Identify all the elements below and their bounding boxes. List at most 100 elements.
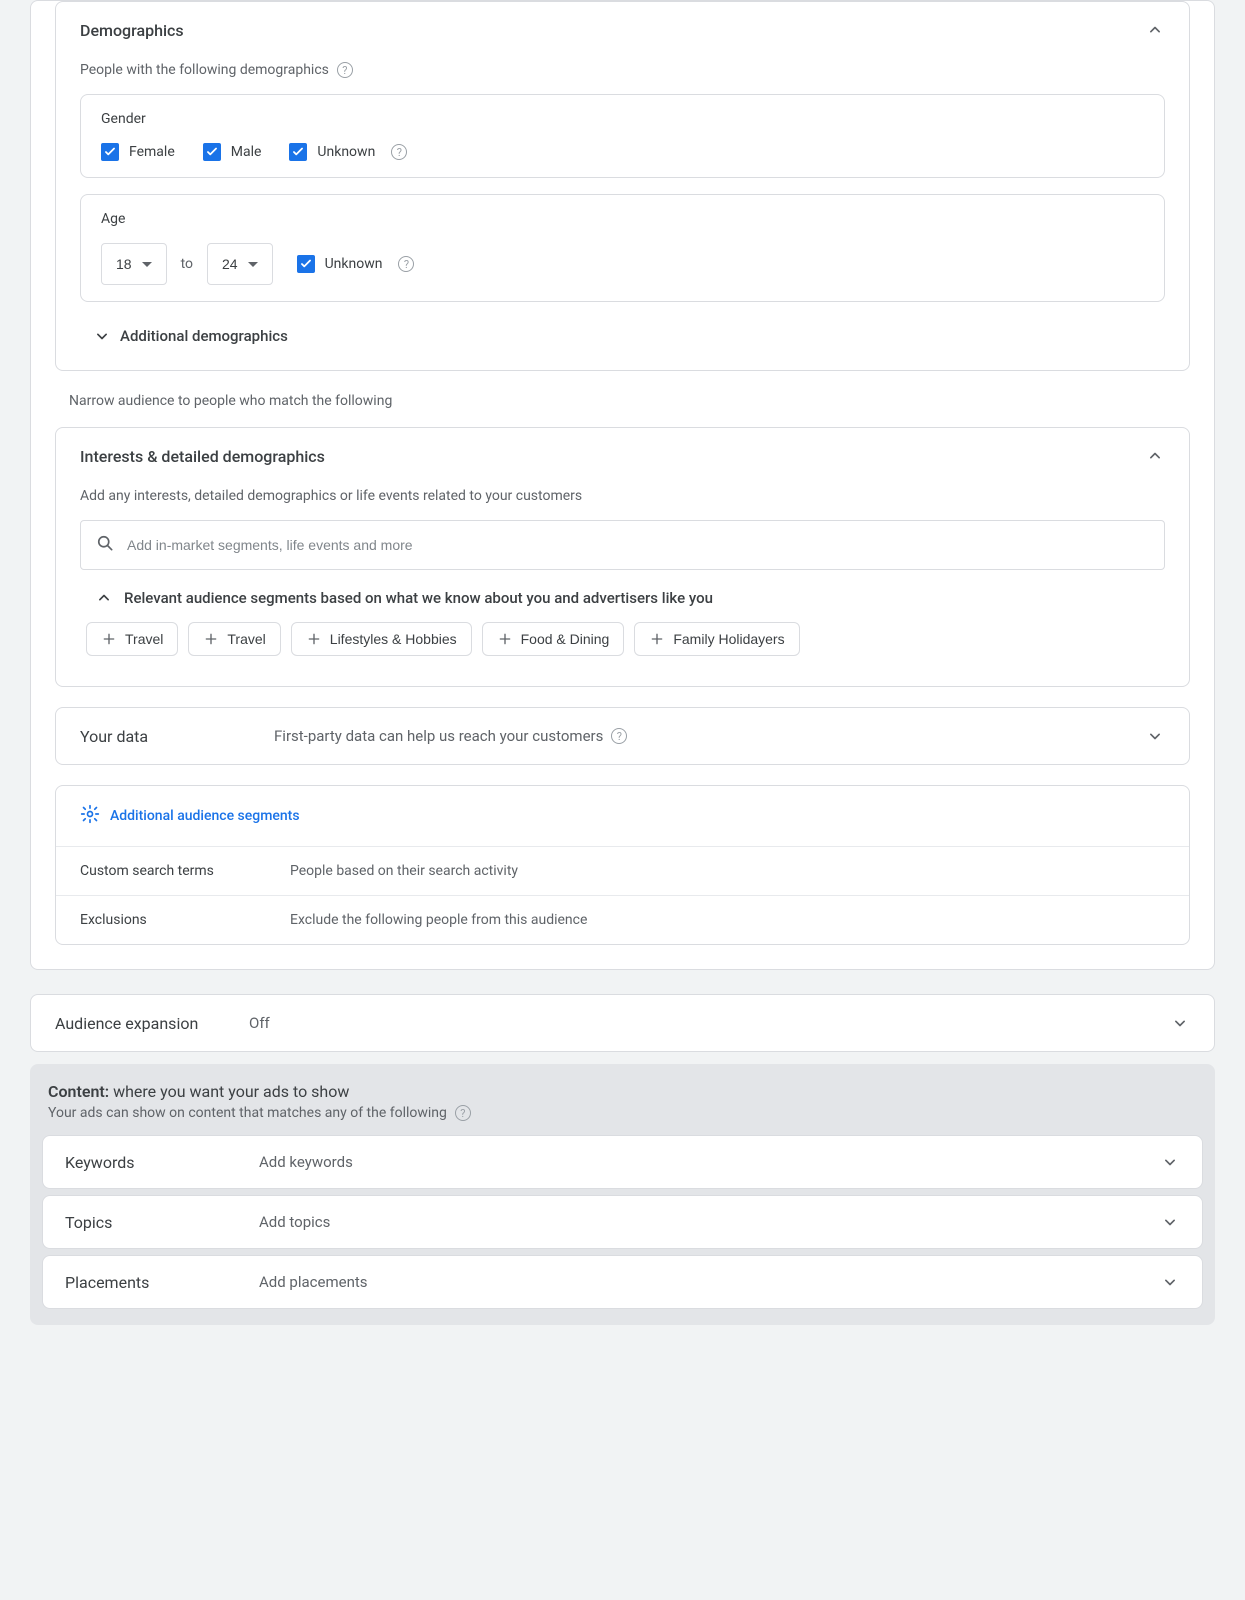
chip-label: Food & Dining xyxy=(521,631,610,647)
chip-label: Lifestyles & Hobbies xyxy=(330,631,457,647)
topics-card: Topics Add topics xyxy=(42,1195,1203,1249)
segments-header-row[interactable]: Relevant audience segments based on what… xyxy=(80,588,1165,608)
audience-expansion-row[interactable]: Audience expansion Off xyxy=(31,995,1214,1051)
exclusions-row[interactable]: Exclusions Exclude the following people … xyxy=(56,895,1189,944)
age-title: Age xyxy=(101,211,1144,227)
interests-subtitle: Add any interests, detailed demographics… xyxy=(80,488,582,504)
chevron-down-icon xyxy=(1145,726,1165,746)
checkbox-checked-icon xyxy=(203,143,221,161)
placements-card: Placements Add placements xyxy=(42,1255,1203,1309)
content-title-bold: Content: xyxy=(48,1082,109,1101)
chevron-up-icon xyxy=(1145,446,1165,466)
interests-search[interactable] xyxy=(80,520,1165,570)
chevron-down-icon xyxy=(1160,1272,1180,1292)
age-unknown-checkbox[interactable]: Unknown ? xyxy=(297,255,415,273)
placements-row[interactable]: Placements Add placements xyxy=(43,1256,1202,1308)
age-from-value: 18 xyxy=(116,256,132,272)
interests-body: Add any interests, detailed demographics… xyxy=(56,484,1189,686)
demographics-subtitle-row: People with the following demographics ? xyxy=(80,58,1165,94)
interests-subtitle-row: Add any interests, detailed demographics… xyxy=(80,484,1165,520)
placements-value: Add placements xyxy=(259,1273,1136,1291)
chevron-down-icon xyxy=(1160,1212,1180,1232)
topics-row[interactable]: Topics Add topics xyxy=(43,1196,1202,1248)
content-subtitle: Your ads can show on content that matche… xyxy=(48,1105,447,1121)
gender-female-checkbox[interactable]: Female xyxy=(101,143,175,161)
segments-header-text: Relevant audience segments based on what… xyxy=(124,589,713,607)
additional-segments-link[interactable]: Additional audience segments xyxy=(56,786,1189,846)
chip-travel[interactable]: Travel xyxy=(86,622,178,656)
demographics-card: Demographics People with the following d… xyxy=(55,1,1190,371)
row-value: People based on their search activity xyxy=(290,863,518,879)
demographics-body: People with the following demographics ?… xyxy=(56,58,1189,370)
gender-unknown-checkbox[interactable]: Unknown ? xyxy=(289,143,407,161)
your-data-value: First-party data can help us reach your … xyxy=(274,727,603,745)
audience-expansion-label: Audience expansion xyxy=(55,1014,225,1033)
gender-box: Gender Female Male Unknown xyxy=(80,94,1165,178)
age-box: Age 18 to 24 Unknown xyxy=(80,194,1165,302)
chip-food[interactable]: Food & Dining xyxy=(482,622,625,656)
plus-icon xyxy=(101,631,117,647)
additional-segments-table: Custom search terms People based on thei… xyxy=(56,846,1189,944)
chevron-down-icon xyxy=(92,326,112,346)
chip-lifestyles[interactable]: Lifestyles & Hobbies xyxy=(291,622,472,656)
gender-title: Gender xyxy=(101,111,1144,127)
checkbox-checked-icon xyxy=(101,143,119,161)
age-unknown-label: Unknown xyxy=(325,256,383,272)
narrow-audience-text: Narrow audience to people who match the … xyxy=(69,393,1214,409)
interests-card: Interests & detailed demographics Add an… xyxy=(55,427,1190,687)
audience-container: Demographics People with the following d… xyxy=(30,0,1215,970)
age-to-value: 24 xyxy=(222,256,238,272)
plus-icon xyxy=(203,631,219,647)
content-title-rest: where you want your ads to show xyxy=(109,1082,349,1101)
segment-chips: Travel Travel Lifestyles & Hobbies Food … xyxy=(80,622,1165,662)
your-data-label: Your data xyxy=(80,727,250,746)
interests-title: Interests & detailed demographics xyxy=(80,447,325,466)
chip-label: Travel xyxy=(125,631,163,647)
chevron-up-icon xyxy=(1145,20,1165,40)
additional-segments-card: Additional audience segments Custom sear… xyxy=(55,785,1190,945)
plus-icon xyxy=(306,631,322,647)
keywords-value: Add keywords xyxy=(259,1153,1136,1171)
gender-unknown-label: Unknown xyxy=(317,144,375,160)
help-icon[interactable]: ? xyxy=(391,144,407,160)
content-title: Content: where you want your ads to show xyxy=(42,1082,1203,1105)
additional-demographics-toggle[interactable]: Additional demographics xyxy=(80,318,1165,346)
age-from-select[interactable]: 18 xyxy=(101,243,167,285)
content-subtitle-row: Your ads can show on content that matche… xyxy=(42,1105,1203,1135)
help-icon[interactable]: ? xyxy=(398,256,414,272)
checkbox-checked-icon xyxy=(297,255,315,273)
gender-male-checkbox[interactable]: Male xyxy=(203,143,262,161)
gender-male-label: Male xyxy=(231,144,262,160)
search-icon xyxy=(95,533,115,557)
audience-expansion-value: Off xyxy=(249,1014,1146,1032)
row-key: Custom search terms xyxy=(80,863,290,879)
chip-label: Family Holidayers xyxy=(673,631,784,647)
keywords-row[interactable]: Keywords Add keywords xyxy=(43,1136,1202,1188)
interests-header[interactable]: Interests & detailed demographics xyxy=(56,428,1189,484)
demographics-subtitle: People with the following demographics xyxy=(80,62,329,78)
help-icon[interactable]: ? xyxy=(611,728,627,744)
content-block: Content: where you want your ads to show… xyxy=(30,1064,1215,1325)
age-to-select[interactable]: 24 xyxy=(207,243,273,285)
gear-icon xyxy=(80,804,100,828)
your-data-row[interactable]: Your data First-party data can help us r… xyxy=(56,708,1189,764)
dropdown-arrow-icon xyxy=(142,262,152,267)
age-connector: to xyxy=(181,256,193,272)
demographics-header[interactable]: Demographics xyxy=(56,2,1189,58)
chip-label: Travel xyxy=(227,631,265,647)
demographics-title: Demographics xyxy=(80,21,184,40)
chevron-up-icon xyxy=(94,588,114,608)
custom-search-terms-row[interactable]: Custom search terms People based on thei… xyxy=(56,847,1189,895)
chip-travel-2[interactable]: Travel xyxy=(188,622,280,656)
help-icon[interactable]: ? xyxy=(337,62,353,78)
additional-segments-text: Additional audience segments xyxy=(110,808,300,824)
chevron-down-icon xyxy=(1170,1013,1190,1033)
keywords-card: Keywords Add keywords xyxy=(42,1135,1203,1189)
interests-search-input[interactable] xyxy=(127,537,1150,553)
checkbox-checked-icon xyxy=(289,143,307,161)
help-icon[interactable]: ? xyxy=(455,1105,471,1121)
gender-female-label: Female xyxy=(129,144,175,160)
chip-family[interactable]: Family Holidayers xyxy=(634,622,799,656)
topics-label: Topics xyxy=(65,1213,235,1232)
topics-value: Add topics xyxy=(259,1213,1136,1231)
